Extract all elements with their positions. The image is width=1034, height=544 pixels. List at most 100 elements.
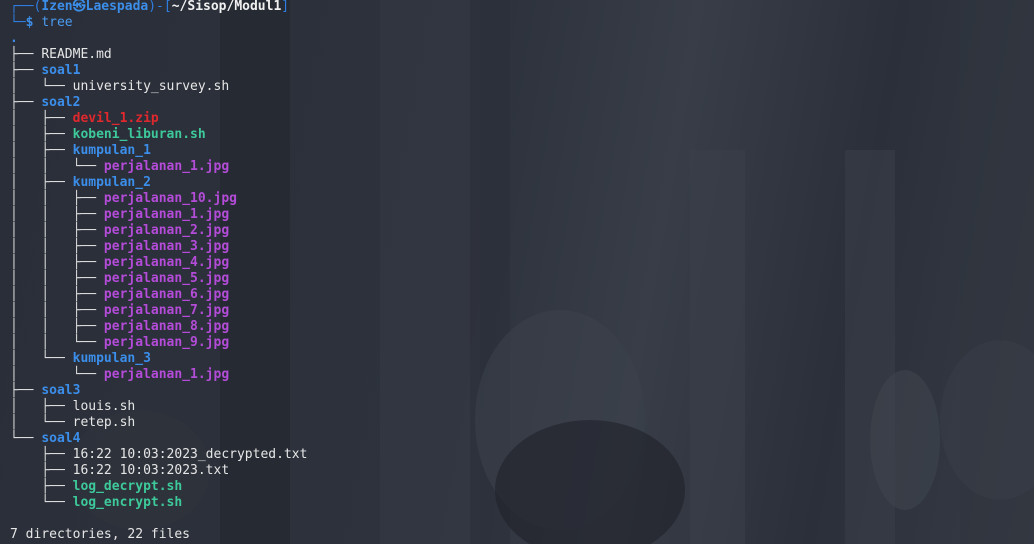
command-text: tree	[41, 15, 73, 30]
tree-branch: │ │ ├──	[10, 287, 104, 302]
tree-branch: │ ├──	[10, 399, 73, 414]
file-name: log_decrypt.sh	[72, 479, 183, 494]
tree-entry: │ │ ├── perjalanan_7.jpg	[10, 303, 307, 319]
tree-branch: │ │ ├──	[10, 223, 104, 238]
file-name: devil_1.zip	[72, 111, 159, 126]
file-name: log_encrypt.sh	[72, 495, 183, 510]
tree-entry: │ ├── kumpulan_1	[10, 143, 307, 159]
tree-branch: │ │ ├──	[10, 207, 104, 222]
directory-name: kumpulan_2	[72, 175, 151, 190]
prompt-path: ~/Sisop/Modul1	[171, 0, 282, 14]
file-name: kobeni_liburan.sh	[72, 127, 206, 142]
tree-entry: │ └── retep.sh	[10, 415, 307, 431]
file-name: louis.sh	[72, 399, 136, 414]
tree-summary: 7 directories, 22 files	[10, 527, 191, 542]
tree-entry: ├── soal1	[10, 63, 307, 79]
file-name: perjalanan_5.jpg	[103, 271, 230, 286]
tree-branch: │ └──	[10, 351, 73, 366]
tree-entry: │ ├── kumpulan_2	[10, 175, 307, 191]
prompt-bracket-end: ]	[281, 0, 290, 14]
tree-entry: │ │ ├── perjalanan_10.jpg	[10, 191, 307, 207]
file-name: perjalanan_4.jpg	[103, 255, 230, 270]
tree-entry: │ │ ├── perjalanan_6.jpg	[10, 287, 307, 303]
prompt-frame: ┌──(	[10, 0, 42, 14]
file-name: perjalanan_1.jpg	[103, 207, 230, 222]
file-name: 16:22 10:03:2023.txt	[72, 463, 230, 478]
prompt-dollar: $	[25, 15, 34, 30]
tree-entry: │ ├── devil_1.zip	[10, 111, 307, 127]
file-name: perjalanan_7.jpg	[103, 303, 230, 318]
tree-entry: │ └── perjalanan_1.jpg	[10, 367, 307, 383]
tree-branch: │ ├──	[10, 175, 73, 190]
directory-name: soal1	[41, 63, 81, 78]
file-name: perjalanan_9.jpg	[103, 335, 230, 350]
tree-branch: ├──	[10, 479, 73, 494]
tree-root-dot: .	[10, 31, 18, 46]
tree-branch: │ │ ├──	[10, 271, 104, 286]
tree-entry: ├── soal2	[10, 95, 307, 111]
directory-name: soal3	[41, 383, 81, 398]
tree-entry: │ │ ├── perjalanan_1.jpg	[10, 207, 307, 223]
tree-entry: │ └── university_survey.sh	[10, 79, 307, 95]
tree-entry: ├── 16:22 10:03:2023_decrypted.txt	[10, 447, 307, 463]
tree-branch: │ │ ├──	[10, 303, 104, 318]
file-name: perjalanan_8.jpg	[103, 319, 230, 334]
tree-entry: ├── log_decrypt.sh	[10, 479, 307, 495]
tree-entry: │ └── kumpulan_3	[10, 351, 307, 367]
tree-branch: ├──	[10, 95, 42, 110]
file-name: perjalanan_1.jpg	[103, 367, 230, 382]
file-name: perjalanan_6.jpg	[103, 287, 230, 302]
tree-entry: ├── 16:22 10:03:2023.txt	[10, 463, 307, 479]
tree-branch: ├──	[10, 383, 42, 398]
terminal-window[interactable]: ┌──(Izen㉿Laespada)-[~/Sisop/Modul1] └─$ …	[0, 0, 1034, 544]
directory-name: kumpulan_1	[72, 143, 151, 158]
prompt-user-host: Izen㉿Laespada	[41, 0, 149, 14]
tree-entry: ├── soal3	[10, 383, 307, 399]
tree-entry: │ ├── louis.sh	[10, 399, 307, 415]
tree-entry: │ │ ├── perjalanan_3.jpg	[10, 239, 307, 255]
tree-branch: │ └──	[10, 415, 73, 430]
prompt-line-bottom: └─$ tree	[10, 15, 307, 31]
tree-branch: │ └──	[10, 79, 73, 94]
tree-branch: │ │ ├──	[10, 239, 104, 254]
tree-branch: │ ├──	[10, 111, 73, 126]
tree-entry: │ │ ├── perjalanan_5.jpg	[10, 271, 307, 287]
tree-branch: └──	[10, 431, 42, 446]
file-name: perjalanan_10.jpg	[103, 191, 237, 206]
file-name: 16:22 10:03:2023_decrypted.txt	[72, 447, 308, 462]
file-name: university_survey.sh	[72, 79, 230, 94]
file-name: README.md	[41, 47, 112, 62]
tree-branch: │ ├──	[10, 127, 73, 142]
tree-entry: │ │ ├── perjalanan_8.jpg	[10, 319, 307, 335]
prompt-frame-bottom: └─	[10, 15, 26, 30]
tree-branch: │ ├──	[10, 143, 73, 158]
tree-branch: │ │ ├──	[10, 191, 104, 206]
tree-branch: │ │ ├──	[10, 319, 104, 334]
tree-branch: ├──	[10, 463, 73, 478]
tree-entry: └── soal4	[10, 431, 307, 447]
directory-name: soal4	[41, 431, 81, 446]
file-name: perjalanan_3.jpg	[103, 239, 230, 254]
prompt-line-top: ┌──(Izen㉿Laespada)-[~/Sisop/Modul1]	[10, 0, 307, 15]
tree-entry: │ │ └── perjalanan_1.jpg	[10, 159, 307, 175]
tree-entry: │ │ ├── perjalanan_2.jpg	[10, 223, 307, 239]
tree-entry: ├── README.md	[10, 47, 307, 63]
tree-entry: └── log_encrypt.sh	[10, 495, 307, 511]
file-name: retep.sh	[72, 415, 136, 430]
terminal-output: ┌──(Izen㉿Laespada)-[~/Sisop/Modul1] └─$ …	[10, 0, 307, 543]
tree-root: .	[10, 31, 307, 47]
tree-branch: │ │ └──	[10, 335, 104, 350]
tree-branch: └──	[10, 495, 73, 510]
directory-name: soal2	[41, 95, 81, 110]
file-name: perjalanan_1.jpg	[103, 159, 230, 174]
file-name: perjalanan_2.jpg	[103, 223, 230, 238]
tree-branch: ├──	[10, 47, 42, 62]
tree-branch: ├──	[10, 447, 73, 462]
tree-entry: │ ├── kobeni_liburan.sh	[10, 127, 307, 143]
tree-entry: │ │ └── perjalanan_9.jpg	[10, 335, 307, 351]
tree-branch: │ │ ├──	[10, 255, 104, 270]
tree-listing: ├── README.md ├── soal1 │ └── university_s…	[10, 47, 307, 511]
tree-entry: │ │ ├── perjalanan_4.jpg	[10, 255, 307, 271]
tree-branch: │ └──	[10, 367, 104, 382]
